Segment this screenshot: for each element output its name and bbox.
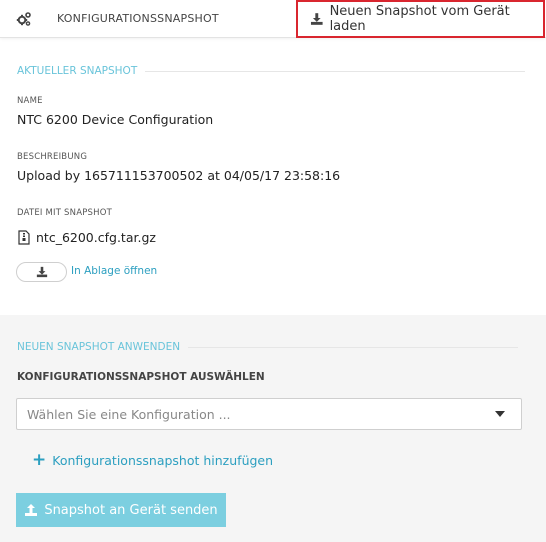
load-snapshot-label: Neuen Snapshot vom Gerät laden xyxy=(329,4,510,34)
current-snapshot-heading: AKTUELLER SNAPSHOT xyxy=(17,65,526,77)
description-value: Upload by 165711153700502 at 04/05/17 23… xyxy=(17,168,341,183)
file-row: ntc_6200.cfg.tar.gz xyxy=(18,230,156,245)
file-label: DATEI MIT SNAPSHOT xyxy=(17,208,113,218)
name-value: NTC 6200 Device Configuration xyxy=(17,112,214,127)
configuration-select[interactable]: Wählen Sie eine Konfiguration ... xyxy=(16,398,522,430)
send-snapshot-label: Snapshot an Gerät senden xyxy=(44,502,218,518)
select-placeholder: Wählen Sie eine Konfiguration ... xyxy=(27,406,231,422)
archive-file-icon xyxy=(18,230,30,245)
plus-icon: + xyxy=(32,450,47,470)
divider xyxy=(188,346,519,348)
download-icon xyxy=(36,266,47,278)
download-file-button[interactable] xyxy=(16,262,67,282)
open-in-storage-link[interactable]: In Ablage öffnen xyxy=(71,265,157,277)
select-snapshot-label: KONFIGURATIONSSNAPSHOT AUSWÄHLEN xyxy=(17,371,265,383)
name-label: NAME xyxy=(17,96,43,106)
gears-icon xyxy=(16,11,32,27)
divider xyxy=(145,70,526,72)
chevron-down-icon xyxy=(495,411,505,417)
add-snapshot-link[interactable]: + Konfigurationssnapshot hinzufügen xyxy=(32,452,273,469)
apply-snapshot-heading: NEUEN SNAPSHOT ANWENDEN xyxy=(17,341,519,353)
page-title: KONFIGURATIONSSNAPSHOT xyxy=(57,12,219,25)
add-snapshot-label: Konfigurationssnapshot hinzufügen xyxy=(52,453,274,468)
current-snapshot-title: AKTUELLER SNAPSHOT xyxy=(17,65,138,77)
description-label: BESCHREIBUNG xyxy=(17,152,88,162)
apply-snapshot-title: NEUEN SNAPSHOT ANWENDEN xyxy=(17,341,181,353)
load-snapshot-button[interactable]: Neuen Snapshot vom Gerät laden xyxy=(296,0,545,38)
download-icon xyxy=(310,13,323,25)
send-snapshot-button[interactable]: Snapshot an Gerät senden xyxy=(16,493,226,527)
file-name: ntc_6200.cfg.tar.gz xyxy=(36,230,156,245)
page-header: KONFIGURATIONSSNAPSHOT Neuen Snapshot vo… xyxy=(0,0,546,38)
upload-icon xyxy=(25,504,38,516)
